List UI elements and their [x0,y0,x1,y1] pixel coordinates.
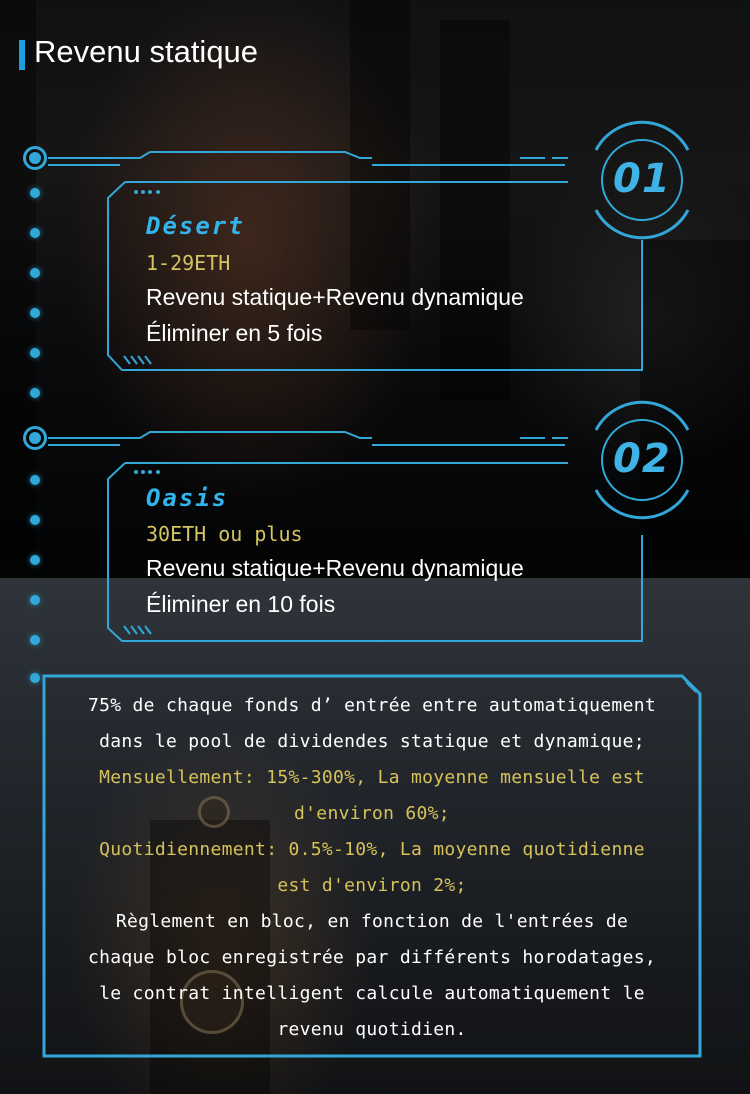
daily-rate-line: est d'environ 2%; [277,875,467,896]
level-name: Désert [146,212,245,240]
timeline-dot [30,475,40,485]
monthly-rate-line: d'environ 60%; [294,803,450,824]
level-revenue-type: Revenu statique+Revenu dynamique [146,555,524,581]
timeline-dot [30,388,40,398]
info-line: revenu quotidien. [277,1019,467,1040]
info-line: le contrat intelligent calcule automatiq… [99,983,645,1004]
level-range: 1-29ETH [146,251,231,275]
level-range: 30ETH ou plus [146,522,303,546]
timeline-dot [30,188,40,198]
info-line: chaque bloc enregistrée par différents h… [88,947,656,968]
timeline-dot [30,228,40,238]
timeline-dot [30,595,40,605]
timeline-dot [30,635,40,645]
level-elimination: Éliminer en 10 fois [146,591,336,617]
level-number-badge: 01 [613,156,671,202]
level-elimination: Éliminer en 5 fois [146,320,323,346]
daily-rate-line: Quotidiennement: 0.5%-10%, La moyenne qu… [99,839,645,860]
timeline-dot [30,673,40,683]
timeline-dot [30,515,40,525]
level-name: Oasis [146,484,229,512]
timeline-dot [30,348,40,358]
level-number-badge: 02 [613,436,671,482]
info-line: Règlement en bloc, en fonction de l'entr… [115,911,629,932]
timeline-dot [30,268,40,278]
timeline-dot [30,308,40,318]
timeline-ring-icon [23,146,47,170]
level-revenue-type: Revenu statique+Revenu dynamique [146,284,524,310]
info-line: 75% de chaque fonds d’ entrée entre auto… [88,695,656,716]
info-text: 75% de chaque fonds d’ entrée entre auto… [52,688,692,1048]
timeline-dot [30,555,40,565]
info-line: dans le pool de dividendes statique et d… [99,731,645,752]
timeline-ring-icon [23,426,47,450]
monthly-rate-line: Mensuellement: 15%-300%, La moyenne mens… [99,767,645,788]
